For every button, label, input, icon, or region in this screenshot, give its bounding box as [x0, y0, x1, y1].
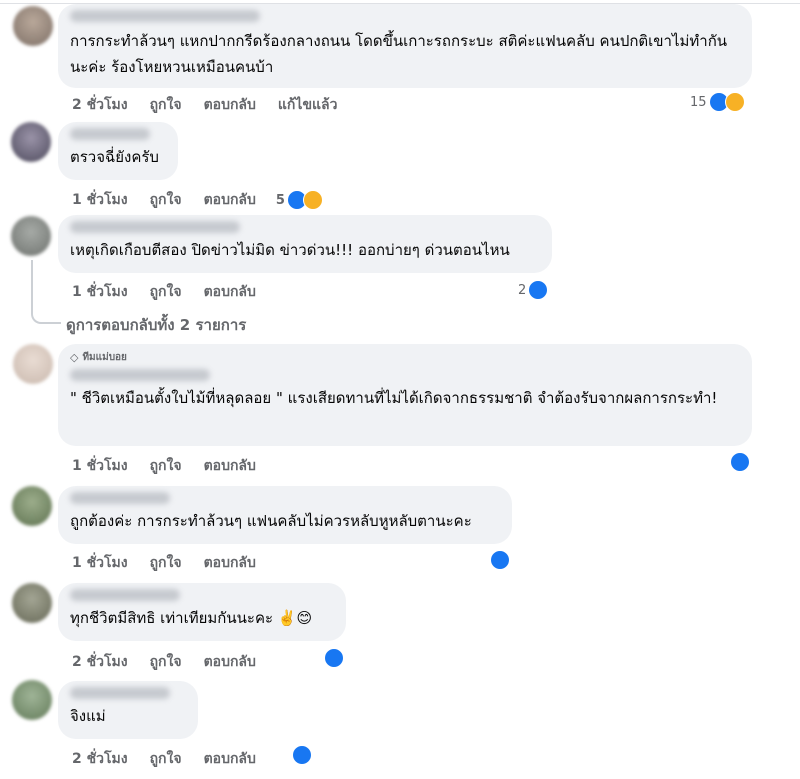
comment-time[interactable]: 2 ชั่วโมง [72, 94, 128, 116]
like-reaction-icon [324, 648, 344, 668]
comment-actions: 1 ชั่วโมง ถูกใจ ตอบกลับ 5 [72, 189, 323, 211]
reaction-count: 2 [518, 282, 527, 298]
comment-actions: 2 ชั่วโมง ถูกใจ ตอบกลับ [72, 748, 256, 770]
comment-text-body: ทุกชีวิตมีสิทธิ เท่าเทียมกันนะคะ [70, 609, 274, 627]
reaction-summary[interactable] [730, 452, 750, 472]
reply-button[interactable]: ตอบกลับ [204, 651, 256, 673]
like-button[interactable]: ถูกใจ [150, 455, 182, 477]
comment-bubble: ตรวจฉี่ยังครับ [58, 122, 178, 180]
reply-button[interactable]: ตอบกลับ [204, 281, 256, 303]
avatar[interactable] [12, 680, 52, 720]
comment-time[interactable]: 1 ชั่วโมง [72, 455, 128, 477]
comment-bubble: เหตุเกิดเกือบตีสอง ปิดข่าวไม่มิด ข่าวด่ว… [58, 215, 552, 273]
reaction-count: 15 [690, 94, 707, 110]
diamond-icon: ◇ [70, 351, 79, 364]
view-replies-link[interactable]: ดูการตอบกลับทั้ง 2 รายการ [66, 313, 246, 337]
comment-text: จิงแม่ [70, 707, 106, 725]
like-button[interactable]: ถูกใจ [150, 281, 182, 303]
reaction-summary[interactable]: 5 [276, 190, 323, 210]
haha-reaction-icon [724, 92, 745, 112]
comment-text: ถูกต้องค่ะ การกระทำล้วนๆ แฟนคลับไม่ควรหล… [70, 512, 472, 530]
avatar[interactable] [13, 6, 53, 46]
edited-label[interactable]: แก้ไขแล้ว [278, 94, 338, 116]
comment-actions: 1 ชั่วโมง ถูกใจ ตอบกลับ [72, 552, 256, 574]
comment-actions: 1 ชั่วโมง ถูกใจ ตอบกลับ [72, 455, 256, 477]
reaction-summary[interactable] [490, 550, 510, 570]
reply-button[interactable]: ตอบกลับ [204, 94, 256, 116]
reaction-summary[interactable] [292, 745, 312, 765]
comment-text: ตรวจฉี่ยังครับ [70, 148, 159, 166]
reply-button[interactable]: ตอบกลับ [204, 552, 256, 574]
comment-time[interactable]: 2 ชั่วโมง [72, 748, 128, 770]
like-reaction-icon [528, 280, 549, 300]
comment-time[interactable]: 1 ชั่วโมง [72, 552, 128, 574]
reaction-count: 5 [275, 192, 285, 208]
comment-actions: 2 ชั่วโมง ถูกใจ ตอบกลับ แก้ไขแล้ว [72, 94, 337, 116]
reaction-summary[interactable]: 15 [690, 92, 745, 112]
avatar[interactable] [11, 216, 51, 256]
like-button[interactable]: ถูกใจ [150, 189, 182, 211]
fan-badge-label: ทีมแม่บอย [82, 352, 127, 363]
reaction-summary[interactable]: 2 [518, 280, 549, 300]
like-button[interactable]: ถูกใจ [150, 94, 182, 116]
avatar[interactable] [13, 344, 53, 384]
comment-text: " ชีวิตเหมือนตั้งใบไม้ที่หลุดลอย " แรงเส… [70, 389, 718, 407]
avatar[interactable] [12, 583, 52, 623]
comment-text: ทุกชีวิตมีสิทธิ เท่าเทียมกันนะคะ ✌️😊 [70, 605, 334, 631]
comment-actions: 2 ชั่วโมง ถูกใจ ตอบกลับ [72, 651, 256, 673]
like-button[interactable]: ถูกใจ [150, 748, 182, 770]
comment-text: เหตุเกิดเกือบตีสอง ปิดข่าวไม่มิด ข่าวด่ว… [70, 241, 510, 259]
comment-bubble: การกระทำล้วนๆ แหกปากกรีดร้องกลางถนน โดดข… [58, 4, 752, 88]
comment-bubble: ทุกชีวิตมีสิทธิ เท่าเทียมกันนะคะ ✌️😊 [58, 583, 346, 641]
like-button[interactable]: ถูกใจ [150, 552, 182, 574]
like-reaction-icon [730, 452, 750, 472]
reply-button[interactable]: ตอบกลับ [204, 189, 256, 211]
emoji: ✌️😊 [277, 609, 313, 627]
comment-bubble: จิงแม่ [58, 681, 198, 739]
fan-badge[interactable]: ◇ ทีมแม่บอย [70, 350, 740, 365]
comment-time[interactable]: 1 ชั่วโมง [72, 281, 128, 303]
avatar[interactable] [12, 486, 52, 526]
comment-text: การกระทำล้วนๆ แหกปากกรีดร้องกลางถนน โดดข… [70, 32, 728, 76]
reply-button[interactable]: ตอบกลับ [204, 748, 256, 770]
haha-reaction-icon [302, 190, 323, 210]
like-button[interactable]: ถูกใจ [150, 651, 182, 673]
avatar[interactable] [11, 122, 51, 162]
reply-button[interactable]: ตอบกลับ [204, 455, 256, 477]
reaction-summary[interactable] [324, 648, 344, 668]
comment-actions: 1 ชั่วโมง ถูกใจ ตอบกลับ [72, 281, 256, 303]
comment-bubble: ถูกต้องค่ะ การกระทำล้วนๆ แฟนคลับไม่ควรหล… [58, 486, 512, 544]
comment-time[interactable]: 1 ชั่วโมง [72, 189, 128, 211]
thread-connector [31, 260, 61, 324]
like-reaction-icon [292, 745, 312, 765]
comment-bubble: ◇ ทีมแม่บอย " ชีวิตเหมือนตั้งใบไม้ที่หลุ… [58, 344, 752, 446]
comment-time[interactable]: 2 ชั่วโมง [72, 651, 128, 673]
like-reaction-icon [490, 550, 510, 570]
